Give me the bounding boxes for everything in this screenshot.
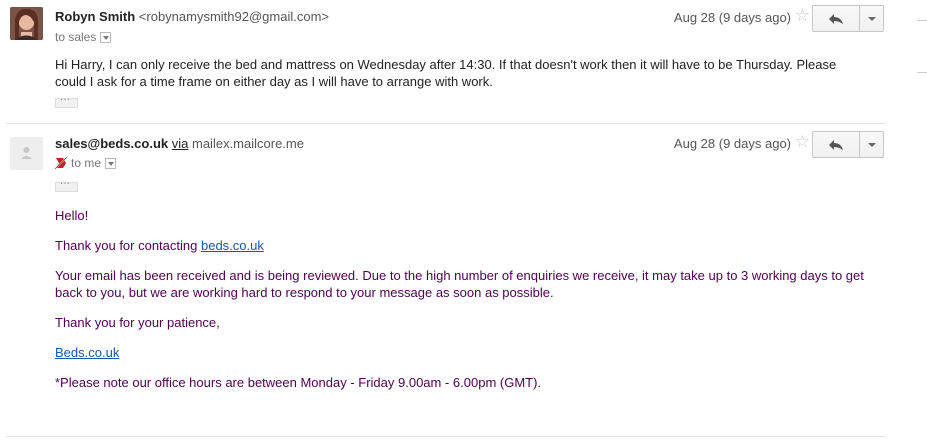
patience-line: Thank you for your patience,: [55, 315, 220, 330]
star-icon[interactable]: ☆: [795, 6, 810, 26]
recipients-line: to me: [55, 156, 117, 170]
more-options-button[interactable]: [860, 131, 884, 158]
more-options-button[interactable]: [860, 5, 884, 32]
show-trimmed-content-button[interactable]: ···: [55, 94, 78, 108]
sender-avatar[interactable]: [10, 137, 43, 170]
thanks-text: Thank you for contacting: [55, 238, 201, 253]
default-avatar-icon: [10, 137, 43, 170]
sender-name[interactable]: Robyn Smith: [55, 9, 135, 24]
via-host: mailex.mailcore.me: [192, 136, 304, 151]
greeting: Hello!: [55, 208, 89, 223]
message-1: Robyn Smith <robynamysmith92@gmail.com> …: [0, 0, 886, 123]
reply-button-group: [812, 131, 884, 158]
beds-link[interactable]: beds.co.uk: [201, 238, 264, 253]
recipients-line: to sales: [55, 30, 112, 44]
signature-line: Beds.co.uk: [55, 344, 870, 361]
recipients-text: to me: [71, 156, 102, 170]
recipients-text: to sales: [55, 30, 97, 44]
right-edge-mark: [917, 72, 927, 73]
reply-button-group: [812, 5, 884, 32]
reply-button[interactable]: [812, 131, 860, 158]
thanks-line: Thank you for contacting beds.co.uk: [55, 237, 870, 254]
ellipsis-icon: ···: [60, 94, 70, 105]
sender-email: <robynamysmith92@gmail.com>: [138, 9, 330, 24]
reply-arrow-icon: [829, 13, 843, 24]
message-2: sales@beds.co.uk via mailex.mailcore.me …: [0, 124, 886, 436]
sender-avatar[interactable]: [10, 7, 43, 40]
avatar-photo-icon: [10, 7, 43, 40]
sender-email[interactable]: sales@beds.co.uk: [55, 136, 168, 151]
important-marker-icon[interactable]: [55, 157, 67, 169]
reply-button[interactable]: [812, 5, 860, 32]
right-edge-mark: [917, 20, 927, 21]
ellipsis-icon: ···: [60, 178, 70, 189]
star-icon[interactable]: ☆: [795, 132, 810, 152]
bottom-divider: [6, 436, 886, 437]
message-body: Hello! Thank you for contacting beds.co.…: [55, 207, 870, 404]
sender: Robyn Smith <robynamysmith92@gmail.com>: [55, 9, 329, 24]
sender: sales@beds.co.uk via mailex.mailcore.me: [55, 136, 304, 151]
show-details-dropdown[interactable]: [105, 157, 117, 169]
reply-arrow-icon: [829, 139, 843, 150]
show-trimmed-content-button[interactable]: ···: [55, 178, 78, 192]
message-date: Aug 28 (9 days ago): [673, 136, 791, 151]
show-details-dropdown[interactable]: [100, 31, 112, 43]
message-body: Hi Harry, I can only receive the bed and…: [55, 57, 837, 89]
via-link[interactable]: via: [172, 136, 189, 151]
signature-link[interactable]: Beds.co.uk: [55, 345, 119, 360]
review-paragraph: Your email has been received and is bein…: [55, 268, 864, 300]
office-hours-note: *Please note our office hours are betwee…: [55, 375, 542, 390]
message-date: Aug 28 (9 days ago): [673, 10, 791, 25]
